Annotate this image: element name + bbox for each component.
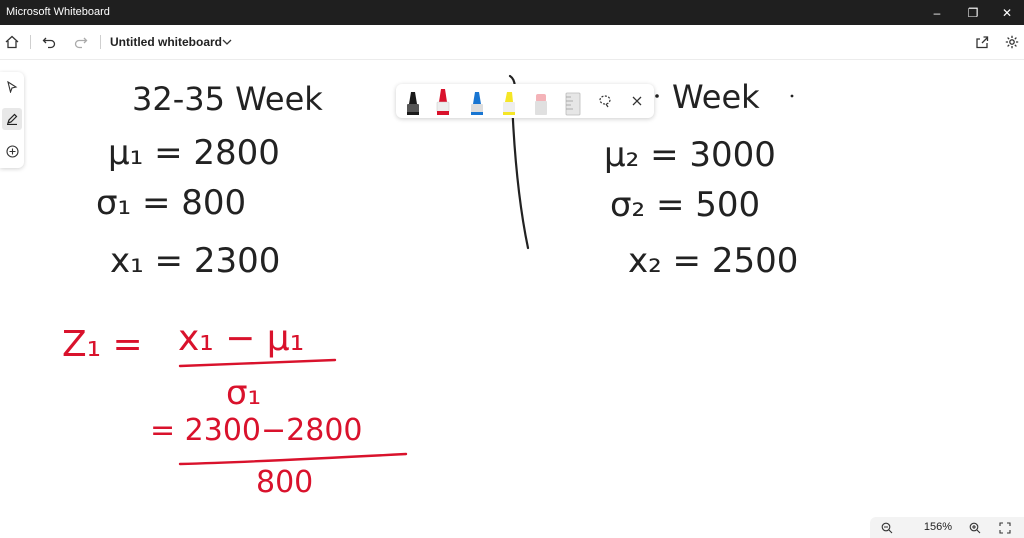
title-dropdown-button[interactable] <box>218 33 236 51</box>
ink-sigma1: σ₁ = 800 <box>96 183 246 223</box>
minimize-icon: – <box>933 5 941 20</box>
zoom-out-button[interactable] <box>878 519 896 537</box>
close-window-button[interactable]: ✕ <box>990 0 1024 25</box>
settings-button[interactable] <box>1003 33 1021 51</box>
blue-pen-icon <box>471 92 483 115</box>
whiteboard-title[interactable]: Untitled whiteboard <box>110 35 222 49</box>
ink-x1: x₁ = 2300 <box>110 241 280 281</box>
title-bar: Microsoft Whiteboard – ❐ ✕ <box>0 0 1024 25</box>
undo-icon <box>42 37 56 49</box>
ruler-icon <box>565 92 581 116</box>
restore-button[interactable]: ❐ <box>956 0 990 25</box>
ink-mu1: μ₁ = 2800 <box>108 133 280 173</box>
pen-tray <box>396 84 654 118</box>
ink-eq2-numerator: = 2300−2800 <box>150 413 363 448</box>
ink-fraction-bar <box>178 358 337 368</box>
eraser-button[interactable] <box>530 88 552 116</box>
whiteboard-canvas[interactable]: 32-35 Week μ₁ = 2800 σ₁ = 800 x₁ = 2300 … <box>0 60 1024 518</box>
fit-screen-icon <box>999 522 1011 534</box>
share-icon <box>976 36 989 49</box>
red-pen-icon <box>436 89 450 115</box>
ink-z1-lhs: Z₁ = <box>62 324 143 365</box>
ruler-button[interactable] <box>562 88 584 116</box>
zoom-level[interactable]: 156% <box>916 521 960 533</box>
ink-left-header: 32-35 Week <box>132 80 323 118</box>
ink-sigma2: σ₂ = 500 <box>610 185 760 225</box>
ink-dot <box>790 94 794 98</box>
ink-z1-denominator: σ₁ <box>226 373 261 413</box>
ink-x2: x₂ = 2500 <box>628 241 798 281</box>
restore-icon: ❐ <box>967 5 979 20</box>
ink-fraction-bar <box>178 452 408 466</box>
lasso-select-button[interactable] <box>596 92 614 110</box>
black-pen-icon <box>407 92 419 115</box>
redo-button[interactable] <box>72 33 90 51</box>
chevron-down-icon <box>222 39 232 45</box>
gear-icon <box>1005 35 1019 49</box>
zoom-bar: 156% <box>870 517 1024 538</box>
eraser-icon <box>535 94 547 115</box>
lasso-icon <box>599 95 611 108</box>
zoom-in-button[interactable] <box>966 519 984 537</box>
black-pen-button[interactable] <box>402 88 424 116</box>
ink-mu2: μ₂ = 3000 <box>604 135 776 175</box>
yellow-highlighter-button[interactable] <box>498 88 520 116</box>
share-button[interactable] <box>973 33 991 51</box>
redo-icon <box>74 37 88 49</box>
top-toolbar: Untitled whiteboard <box>0 25 1024 60</box>
home-button[interactable] <box>3 33 21 51</box>
toolbar-divider <box>100 35 101 49</box>
blue-pen-button[interactable] <box>466 88 488 116</box>
highlighter-icon <box>503 92 515 115</box>
ink-z1-numerator: x₁ − μ₁ <box>178 318 304 359</box>
home-icon <box>5 35 19 49</box>
close-tray-button[interactable] <box>628 92 646 110</box>
app-title: Microsoft Whiteboard <box>6 6 110 18</box>
close-icon <box>632 96 642 106</box>
zoom-in-icon <box>969 522 981 534</box>
red-pen-button[interactable] <box>432 88 454 116</box>
undo-button[interactable] <box>40 33 58 51</box>
toolbar-divider <box>30 35 31 49</box>
ink-eq2-denominator: 800 <box>256 465 313 500</box>
fit-to-screen-button[interactable] <box>996 519 1014 537</box>
ink-dot <box>655 94 659 98</box>
close-icon: ✕ <box>1001 5 1013 20</box>
zoom-out-icon <box>881 522 893 534</box>
minimize-button[interactable]: – <box>920 0 954 25</box>
ink-right-header: Week <box>672 78 760 116</box>
